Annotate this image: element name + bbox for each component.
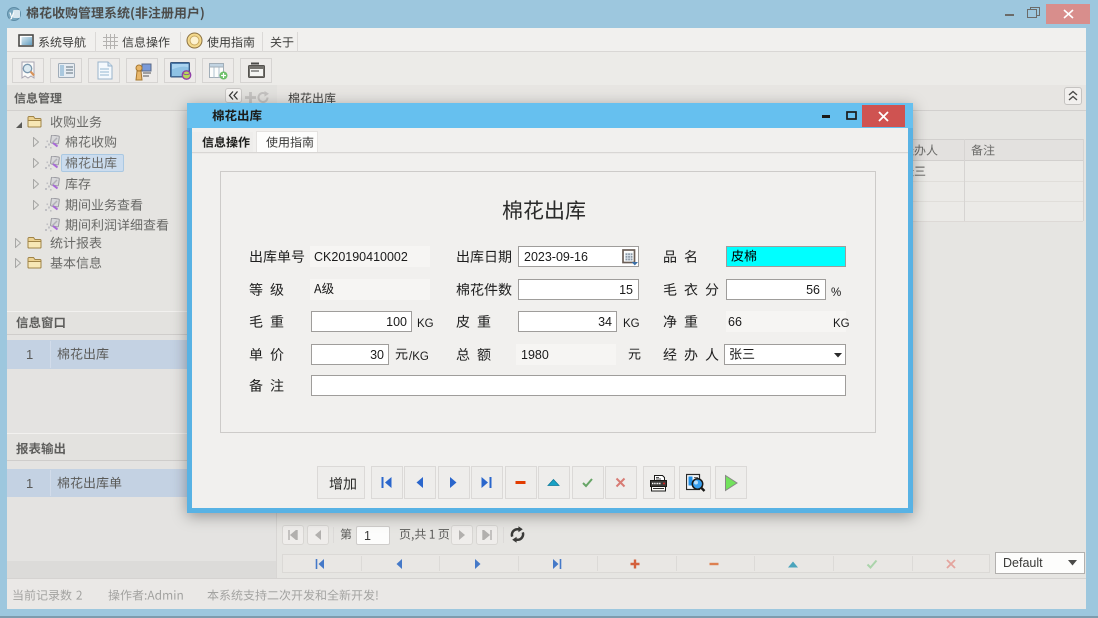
svg-text:y: y — [9, 10, 14, 20]
